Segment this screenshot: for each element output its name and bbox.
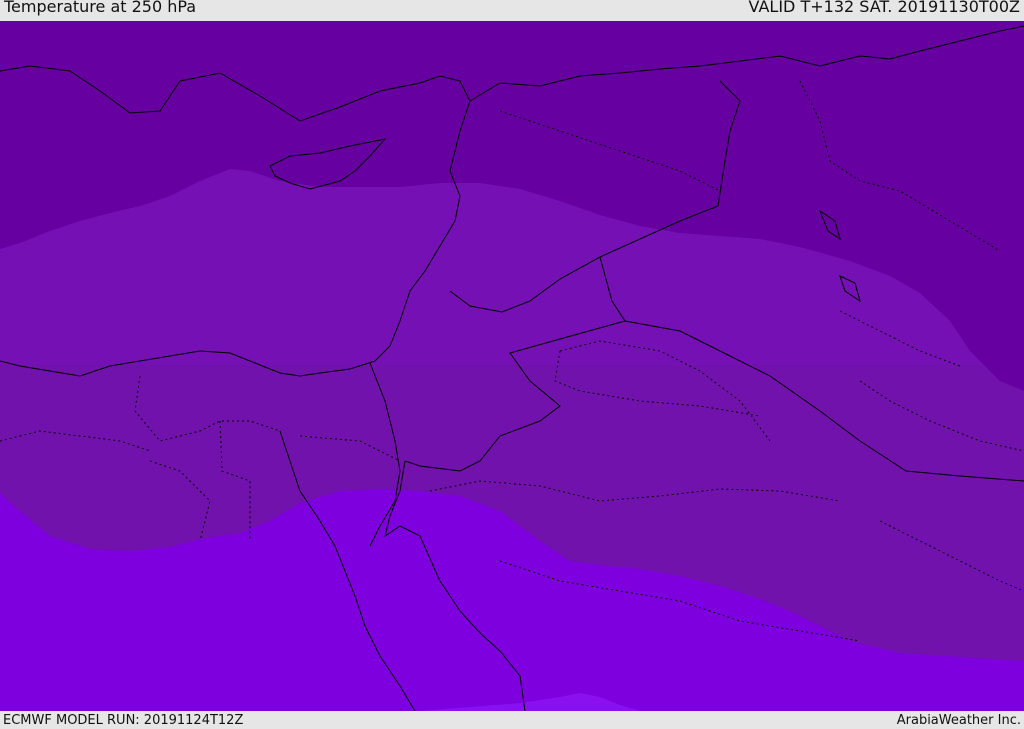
map-canvas — [0, 21, 1024, 711]
model-run-label: ECMWF MODEL RUN: 20191124T12Z — [3, 712, 244, 728]
valid-time: VALID T+132 SAT. 20191130T00Z — [748, 0, 1020, 16]
weather-map-frame: Temperature at 250 hPa VALID T+132 SAT. … — [0, 0, 1024, 729]
map-header: Temperature at 250 hPa VALID T+132 SAT. … — [0, 0, 1024, 21]
provider-label: ArabiaWeather Inc. — [896, 712, 1021, 728]
map-footer: ECMWF MODEL RUN: 20191124T12Z ArabiaWeat… — [0, 711, 1024, 729]
temperature-map — [0, 21, 1024, 711]
map-title: Temperature at 250 hPa — [4, 0, 197, 16]
